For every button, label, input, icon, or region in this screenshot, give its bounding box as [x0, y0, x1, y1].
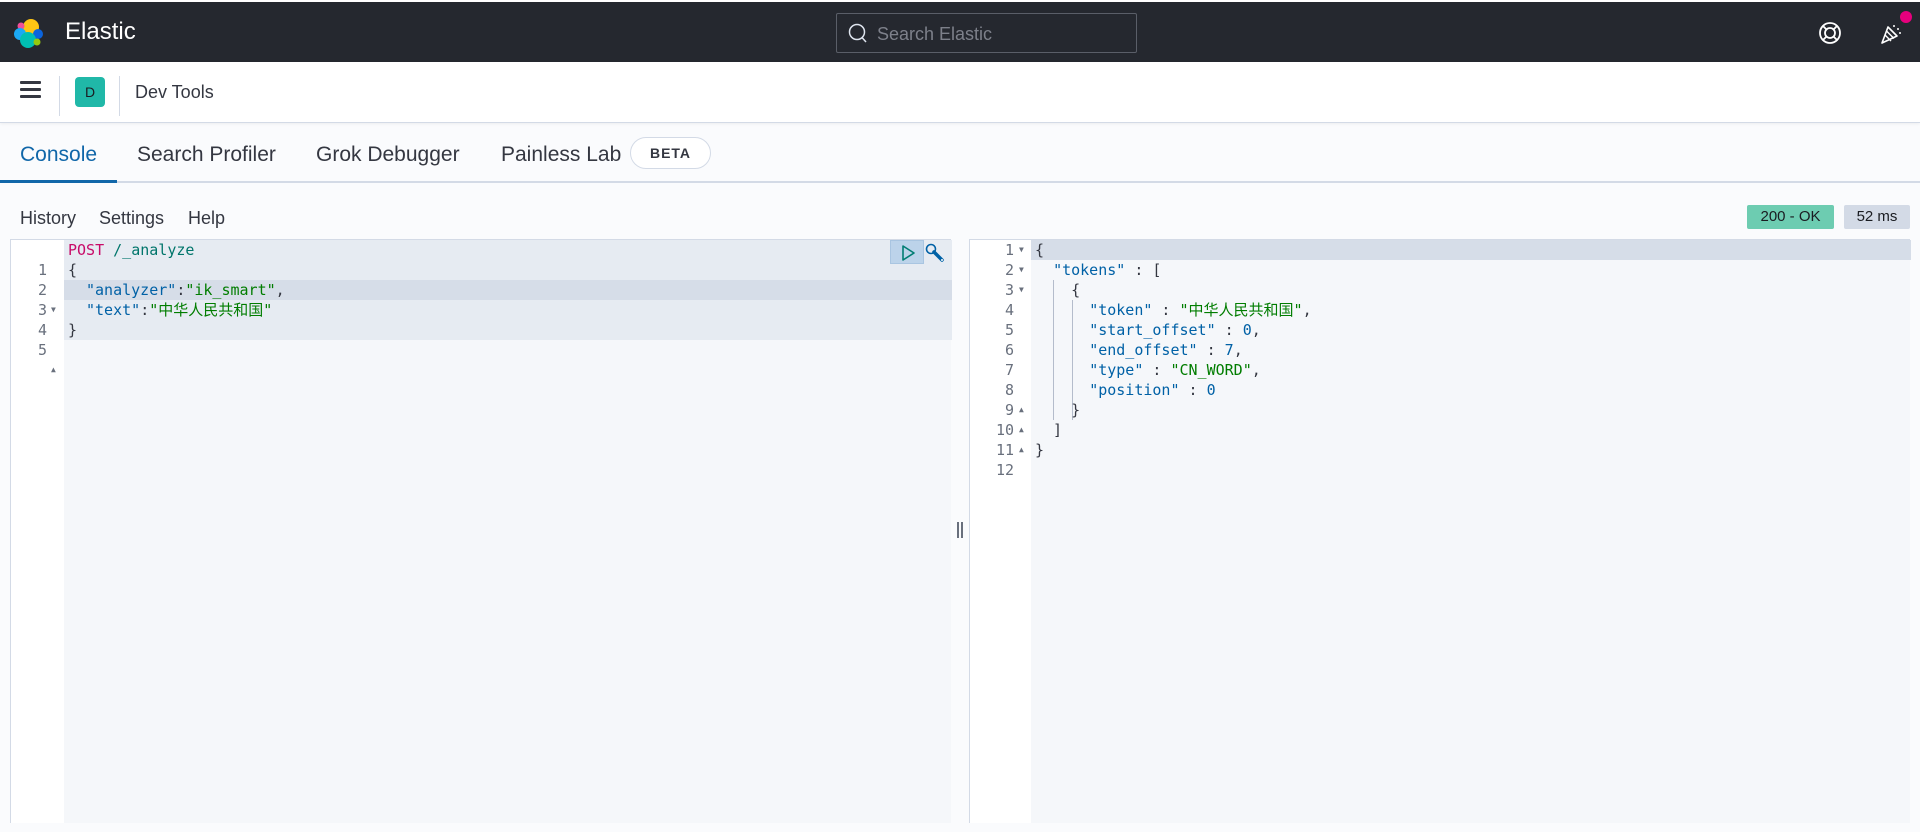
send-request-button[interactable]	[890, 240, 924, 264]
token-open-brace: {	[1035, 281, 1081, 299]
divider	[119, 76, 120, 116]
space-avatar[interactable]: D	[75, 77, 105, 107]
code-line: 3	[11, 280, 47, 319]
json-key: "end_offset"	[1089, 341, 1198, 359]
close-brace: }	[68, 321, 78, 339]
json-key: "token"	[1089, 301, 1153, 319]
breadcrumb: Dev Tools	[135, 82, 214, 102]
json-key: "type"	[1089, 361, 1144, 379]
tokens-line: "tokens" : [	[1053, 261, 1162, 279]
json-string: "CN_WORD"	[1170, 361, 1252, 379]
code-line: 2 ▼	[11, 260, 56, 314]
request-path: /_analyze	[113, 241, 195, 259]
hamburger-icon-bar	[20, 95, 41, 98]
line-number: 1	[1004, 241, 1014, 259]
top-header: Elastic Search Elastic	[0, 0, 1920, 62]
pane-resize-handle[interactable]	[955, 522, 965, 540]
json-key: "start_offset"	[1089, 321, 1216, 339]
json-key: "position"	[1089, 381, 1180, 399]
json-key: "tokens"	[1053, 261, 1126, 279]
search-icon	[848, 23, 867, 43]
json-number: 0	[1242, 321, 1252, 339]
newsfeed-icon[interactable]	[1878, 20, 1904, 46]
json-close-brace: }	[1035, 441, 1045, 459]
line-number: 7	[1004, 361, 1014, 379]
line-number: 2	[1004, 261, 1014, 279]
line-number: 5	[1004, 321, 1014, 339]
status-badge: 200 - OK	[1747, 205, 1834, 229]
tab-grok-debugger[interactable]: Grok Debugger	[316, 143, 460, 167]
code-line: 5 ▲	[11, 320, 56, 374]
play-icon	[902, 245, 915, 261]
line-number: 9	[1004, 401, 1014, 419]
history-link[interactable]: History	[20, 208, 76, 229]
help-link[interactable]: Help	[188, 208, 225, 229]
position-line: "position" : 0	[1089, 381, 1216, 399]
help-icon[interactable]	[1818, 21, 1842, 45]
json-key: "analyzer"	[86, 281, 177, 299]
menu-toggle-button[interactable]	[20, 81, 41, 99]
type-line: "type" : "CN_WORD",	[1089, 361, 1261, 379]
line-number: 6	[1004, 341, 1014, 359]
elastic-logo[interactable]	[13, 17, 45, 49]
resize-grip-bar	[957, 522, 959, 538]
text-line: "text":"中华人民共和国"	[86, 301, 273, 319]
json-number: 0	[1206, 381, 1216, 399]
line-number: 3	[1004, 281, 1014, 299]
fold-up-icon[interactable]: ▲	[1019, 440, 1024, 460]
json-number: 7	[1224, 341, 1234, 359]
newsfeed-badge	[1900, 11, 1912, 23]
fold-down-icon[interactable]: ▼	[1019, 240, 1024, 260]
line-number: 4	[1004, 301, 1014, 319]
line-number: 8	[1004, 381, 1014, 399]
line-number: 12	[995, 461, 1014, 479]
fold-down-icon[interactable]: ▼	[51, 300, 56, 320]
request-time-badge: 52 ms	[1844, 205, 1910, 229]
breadcrumb-bar: D Dev Tools	[0, 62, 1920, 123]
tab-search-profiler[interactable]: Search Profiler	[137, 143, 276, 167]
open-brace: {	[68, 261, 78, 279]
code-line: 4	[11, 300, 47, 339]
tab-painless-lab[interactable]: Painless Lab	[501, 143, 621, 167]
start-offset-line: "start_offset" : 0,	[1089, 321, 1261, 339]
fold-up-icon[interactable]: ▲	[51, 360, 56, 380]
fold-up-icon[interactable]: ▲	[1019, 420, 1024, 440]
search-input[interactable]: Search Elastic	[836, 13, 1137, 53]
fold-down-icon[interactable]: ▼	[1019, 280, 1024, 300]
beta-badge: BETA	[630, 137, 711, 169]
hamburger-icon-bar	[20, 81, 41, 84]
analyzer-line: "analyzer":"ik_smart",	[86, 281, 285, 299]
line-number: 10	[995, 421, 1014, 439]
active-tab-indicator	[0, 180, 117, 183]
json-key: "text"	[86, 301, 141, 319]
fold-up-icon[interactable]: ▲	[1019, 400, 1024, 420]
code-line: 1	[11, 240, 47, 279]
http-method: POST	[68, 241, 105, 259]
token-line: "token" : "中华人民共和国",	[1089, 301, 1312, 319]
tab-console[interactable]: Console	[20, 143, 97, 167]
request-editor[interactable]: 1 2 ▼ 3 4 5 ▲ POST /_analyze { "analyzer…	[10, 239, 952, 823]
line-number: 5	[37, 341, 47, 359]
end-offset-line: "end_offset" : 7,	[1089, 341, 1243, 359]
line-number: 11	[995, 441, 1014, 459]
fold-down-icon[interactable]: ▼	[1019, 260, 1024, 280]
json-string: "中华人民共和国"	[1179, 301, 1303, 319]
request-method-line: POST /_analyze	[68, 240, 194, 260]
resize-grip-bar	[961, 522, 963, 538]
hamburger-icon-bar	[20, 88, 41, 91]
wrench-icon[interactable]	[924, 242, 946, 264]
devtools-tabs: Console Search Profiler Grok Debugger Pa…	[0, 123, 1920, 183]
response-output[interactable]: 1 ▼ 2 ▼ 3 ▼ 4 5 6 7 8 9 ▲ 10 ▲ 11 ▲ 12 { "toke…	[969, 239, 1911, 823]
json-string: "中华人民共和国"	[149, 301, 273, 319]
settings-link[interactable]: Settings	[99, 208, 164, 229]
json-string: "ik_smart"	[185, 281, 276, 299]
json-open-brace: {	[1035, 241, 1045, 259]
brand-name: Elastic	[65, 18, 136, 45]
active-line-highlight	[1031, 240, 1911, 260]
search-placeholder: Search Elastic	[877, 24, 993, 44]
token-close-brace: }	[1035, 401, 1081, 419]
tokens-close-bracket: ]	[1035, 421, 1063, 439]
console-toolbar: History Settings Help	[0, 200, 1920, 232]
divider	[59, 76, 60, 116]
